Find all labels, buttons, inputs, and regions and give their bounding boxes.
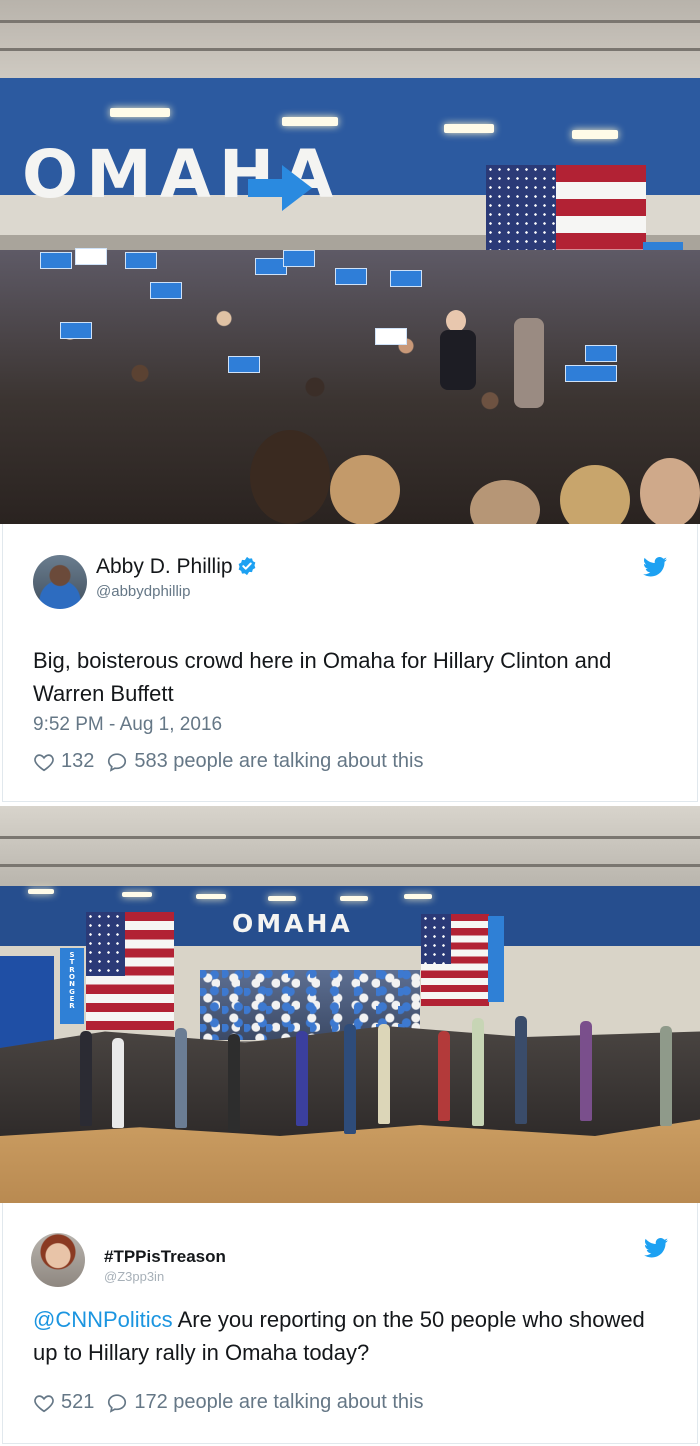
- verified-badge-icon: [238, 556, 255, 576]
- blue-curtain: [0, 956, 54, 1048]
- stronger-banner: STRONGER: [60, 948, 84, 1024]
- tweet-text: Big, boisterous crowd here in Omaha for …: [33, 648, 612, 706]
- crowd-person: [228, 1034, 240, 1132]
- crowd-person: [296, 1031, 308, 1126]
- speaker-suit: [440, 330, 476, 390]
- american-flag: [86, 912, 174, 1030]
- comment-bubble-icon[interactable]: [106, 1392, 128, 1414]
- gym-ceiling: [0, 806, 700, 886]
- like-count: 521: [61, 1391, 95, 1413]
- crowd-head: [250, 430, 330, 524]
- ceiling-light: [404, 894, 432, 899]
- mention-link[interactable]: @CNNPolitics: [33, 1307, 173, 1332]
- twitter-bird-icon[interactable]: [643, 557, 667, 577]
- campaign-sign: [60, 322, 92, 339]
- omaha-sign-text: OMAHA: [232, 909, 353, 938]
- ceiling-light: [444, 124, 494, 133]
- crowd-person: [175, 1028, 187, 1128]
- heart-icon[interactable]: [33, 751, 55, 773]
- like-count: 132: [61, 750, 95, 772]
- crowd-person: [580, 1021, 592, 1121]
- omaha-wall-sign: OMAHA: [232, 911, 353, 936]
- ceiling-truss: [0, 20, 700, 23]
- ceiling-truss: [0, 836, 700, 839]
- crowd-person: [472, 1018, 484, 1126]
- campaign-sign: [585, 345, 617, 362]
- crowd-person: [438, 1031, 450, 1121]
- gym-ceiling: [0, 0, 700, 80]
- crowd-person: [344, 1024, 356, 1134]
- american-flag: [421, 914, 489, 1006]
- campaign-sign: [75, 248, 107, 265]
- campaign-sign: [375, 328, 407, 345]
- avatar[interactable]: [31, 1233, 85, 1287]
- user-handle[interactable]: @abbydphillip: [96, 583, 190, 600]
- speaker: [514, 318, 544, 408]
- ceiling-light: [572, 130, 618, 139]
- crowd-person: [515, 1016, 527, 1124]
- crowd-person: [80, 1031, 92, 1126]
- heart-icon[interactable]: [33, 1392, 55, 1414]
- ceiling-light: [110, 108, 170, 117]
- display-name-text[interactable]: Abby D. Phillip: [96, 555, 233, 578]
- campaign-sign: [565, 365, 617, 382]
- campaign-sign: [40, 252, 72, 269]
- tweet-actions: 521 172 people are talking about this: [33, 1391, 435, 1414]
- avatar[interactable]: [33, 555, 87, 609]
- display-name[interactable]: Abby D. Phillip: [96, 555, 257, 579]
- crowd-person: [112, 1038, 124, 1128]
- ceiling-light: [196, 894, 226, 899]
- crowd-head: [640, 458, 700, 524]
- crowd-head: [330, 455, 400, 524]
- campaign-sign: [125, 252, 157, 269]
- ceiling-light: [268, 896, 296, 901]
- ceiling-truss: [0, 864, 700, 867]
- twitter-bird-icon[interactable]: [644, 1238, 668, 1258]
- crowd-person: [660, 1026, 672, 1126]
- omaha-arrow-icon: [248, 165, 312, 211]
- rally-photo-1: OMAHA TOGETHE: [0, 0, 700, 524]
- tweet-text: @CNNPolitics Are you reporting on the 50…: [33, 1303, 673, 1369]
- comment-bubble-icon[interactable]: [106, 751, 128, 773]
- tweet-timestamp[interactable]: 9:52 PM - Aug 1, 2016: [33, 714, 222, 736]
- campaign-sign: [150, 282, 182, 299]
- campaign-sign: [283, 250, 315, 267]
- user-handle[interactable]: @Z3pp3in: [104, 1269, 164, 1284]
- ceiling-light: [28, 889, 54, 894]
- together-banner: [488, 916, 504, 1002]
- campaign-sign: [390, 270, 422, 287]
- display-name[interactable]: #TPPisTreason: [104, 1247, 226, 1267]
- tweet-card[interactable]: Abby D. Phillip @abbydphillip Big, boist…: [2, 524, 698, 802]
- page: OMAHA TOGETHE: [0, 0, 700, 1446]
- talking-count[interactable]: 172 people are talking about this: [134, 1391, 423, 1414]
- speaker: [446, 310, 466, 332]
- ceiling-light: [122, 892, 152, 897]
- talking-count[interactable]: 583 people are talking about this: [134, 750, 423, 773]
- tweet-card[interactable]: #TPPisTreason @Z3pp3in @CNNPolitics Are …: [2, 1203, 698, 1444]
- ceiling-truss: [0, 48, 700, 51]
- ceiling-light: [340, 896, 368, 901]
- campaign-sign: [228, 356, 260, 373]
- crowd-person: [378, 1024, 390, 1124]
- tweet-actions: 132 583 people are talking about this: [33, 750, 435, 773]
- rally-photo-2: OMAHA STRONGER: [0, 806, 700, 1203]
- ceiling-light: [282, 117, 338, 126]
- campaign-sign: [335, 268, 367, 285]
